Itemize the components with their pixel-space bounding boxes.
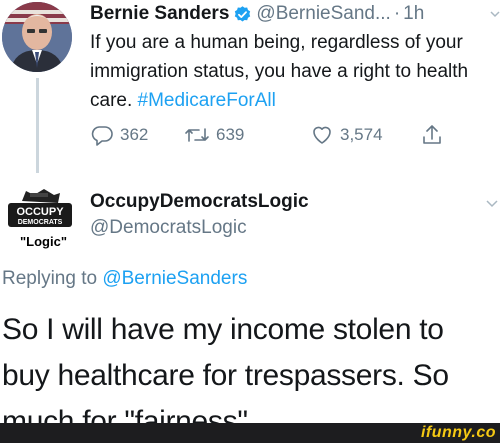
retweet-count: 639 — [216, 125, 245, 144]
reply-author-handle[interactable]: @DemocratsLogic — [90, 216, 247, 240]
verified-badge-icon — [233, 5, 252, 24]
hashtag-link[interactable]: #MedicareForAll — [138, 90, 276, 111]
reply-count: 362 — [120, 125, 149, 144]
like-button[interactable]: 3,574 — [310, 123, 383, 147]
reply-button[interactable]: 362 — [90, 123, 148, 147]
tweet-actions: 362 639 3,574 — [90, 120, 450, 150]
share-icon — [423, 125, 441, 144]
logo-text-occupy: OCCUPY — [16, 206, 64, 218]
watermark-bar: ifunny.co — [0, 423, 500, 443]
like-count: 3,574 — [340, 125, 383, 144]
mention-link[interactable]: @BernieSanders — [102, 268, 247, 289]
share-button[interactable] — [420, 123, 450, 147]
original-tweet: Bernie Sanders @BernieSand... · 1h If yo… — [0, 0, 500, 173]
chevron-down-icon[interactable] — [490, 6, 500, 24]
tweet-header: Bernie Sanders @BernieSand... · 1h — [90, 2, 424, 26]
like-icon — [313, 126, 331, 144]
replying-prefix: Replying to — [2, 268, 103, 289]
reply-icon — [91, 126, 113, 146]
occupy-democrats-logo: OCCUPY DEMOCRATS — [8, 189, 72, 227]
avatar-caption: "Logic" — [20, 234, 67, 249]
chevron-down-icon[interactable] — [486, 195, 498, 213]
logo-text-democrats: DEMOCRATS — [18, 219, 63, 226]
author-handle[interactable]: @BernieSand... — [256, 2, 390, 26]
thread-line — [36, 78, 39, 173]
retweet-icon — [185, 128, 209, 142]
tweet-text: If you are a human being, regardless of … — [90, 28, 498, 115]
avatar[interactable] — [2, 2, 72, 72]
author-name[interactable]: Bernie Sanders — [90, 2, 229, 26]
avatar-image — [2, 2, 72, 72]
replying-to-line: Replying to @BernieSanders — [2, 266, 247, 292]
retweet-button[interactable]: 639 — [184, 123, 244, 147]
separator-dot: · — [393, 3, 401, 24]
ifunny-logo: ifunny.co — [420, 424, 496, 441]
tweet-timestamp[interactable]: 1h — [403, 2, 424, 26]
reply-author-name[interactable]: OccupyDemocratsLogic — [90, 190, 309, 214]
